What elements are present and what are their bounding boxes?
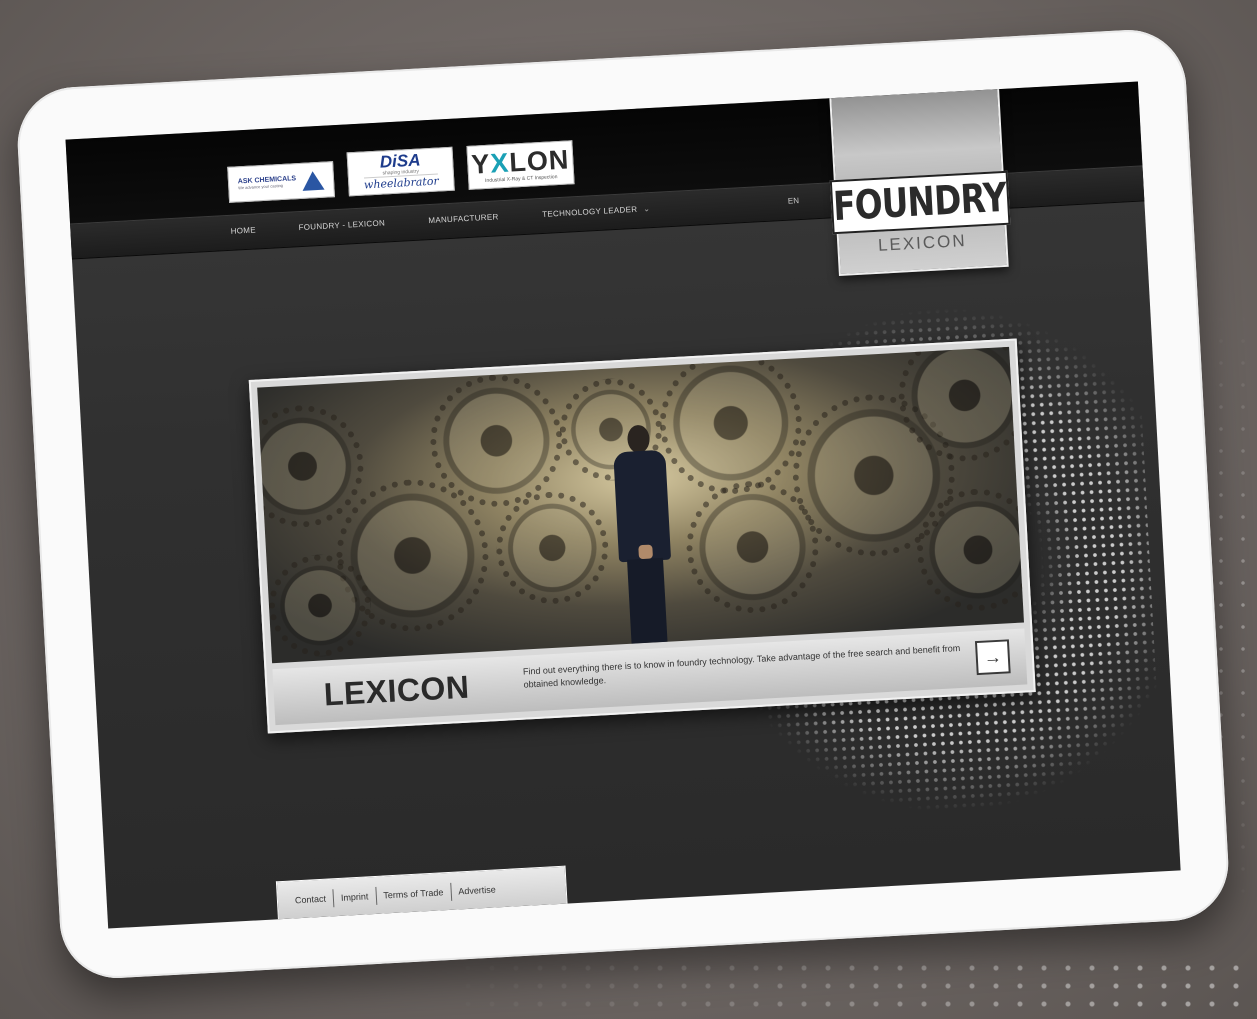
footer-link-contact[interactable]: Contact [288, 893, 334, 905]
footer-link-imprint[interactable]: Imprint [334, 890, 376, 902]
brand-title: FOUNDRY [832, 174, 1008, 231]
tablet-screen: ASK CHEMICALS We advance your casting Di… [65, 81, 1181, 929]
footer-links: Contact Imprint Terms of Trade Advertise [275, 865, 568, 920]
brand-plate: FOUNDRY [829, 170, 1011, 235]
hero-description: Find out everything there is to know in … [522, 642, 961, 690]
nav-item-home[interactable]: HOME [230, 225, 256, 235]
yxlon-logo-x: X [489, 147, 511, 179]
arrow-right-icon[interactable]: → [974, 639, 1011, 676]
triangle-icon [301, 170, 325, 191]
lexicon-hero-card[interactable]: LEXICON Find out everything there is to … [248, 338, 1036, 734]
gear-shape [493, 488, 612, 607]
ask-chemicals-logo[interactable]: ASK CHEMICALS We advance your casting [227, 161, 335, 203]
foundry-lexicon-logo[interactable]: FOUNDRY LEXICON [828, 81, 1011, 276]
tablet-device: ASK CHEMICALS We advance your casting Di… [14, 27, 1232, 981]
gears-hero-image [257, 346, 1024, 664]
nav-item-foundry-lexicon[interactable]: FOUNDRY - LEXICON [298, 218, 385, 232]
brand-subtitle: LEXICON [877, 231, 968, 255]
gear-shape [656, 348, 806, 498]
nav-item-technology-leader[interactable]: TECHNOLOGY LEADER ⌄ [542, 204, 651, 219]
hero-title: LEXICON [322, 668, 471, 713]
yxlon-logo-y: Y [470, 148, 492, 180]
chevron-down-icon: ⌄ [643, 204, 651, 214]
footer-link-advertise[interactable]: Advertise [451, 884, 503, 897]
yxlon-logo[interactable]: YXLON Industrial X-Ray & CT Inspection [466, 140, 575, 190]
yxlon-logo-lon: LON [508, 143, 571, 178]
disa-wheelabrator-logo[interactable]: DiSA shaping industry wheelabrator [346, 146, 455, 197]
language-selector[interactable]: EN [788, 196, 800, 206]
nav-item-manufacturer[interactable]: MANUFACTURER [428, 212, 499, 225]
sponsor-logos: ASK CHEMICALS We advance your casting Di… [227, 140, 575, 203]
nav-item-technology-leader-label: TECHNOLOGY LEADER [541, 204, 638, 219]
footer-link-terms-of-trade[interactable]: Terms of Trade [376, 886, 450, 900]
businessman-figure [608, 423, 680, 644]
wheelabrator-logo-text: wheelabrator [363, 173, 440, 193]
